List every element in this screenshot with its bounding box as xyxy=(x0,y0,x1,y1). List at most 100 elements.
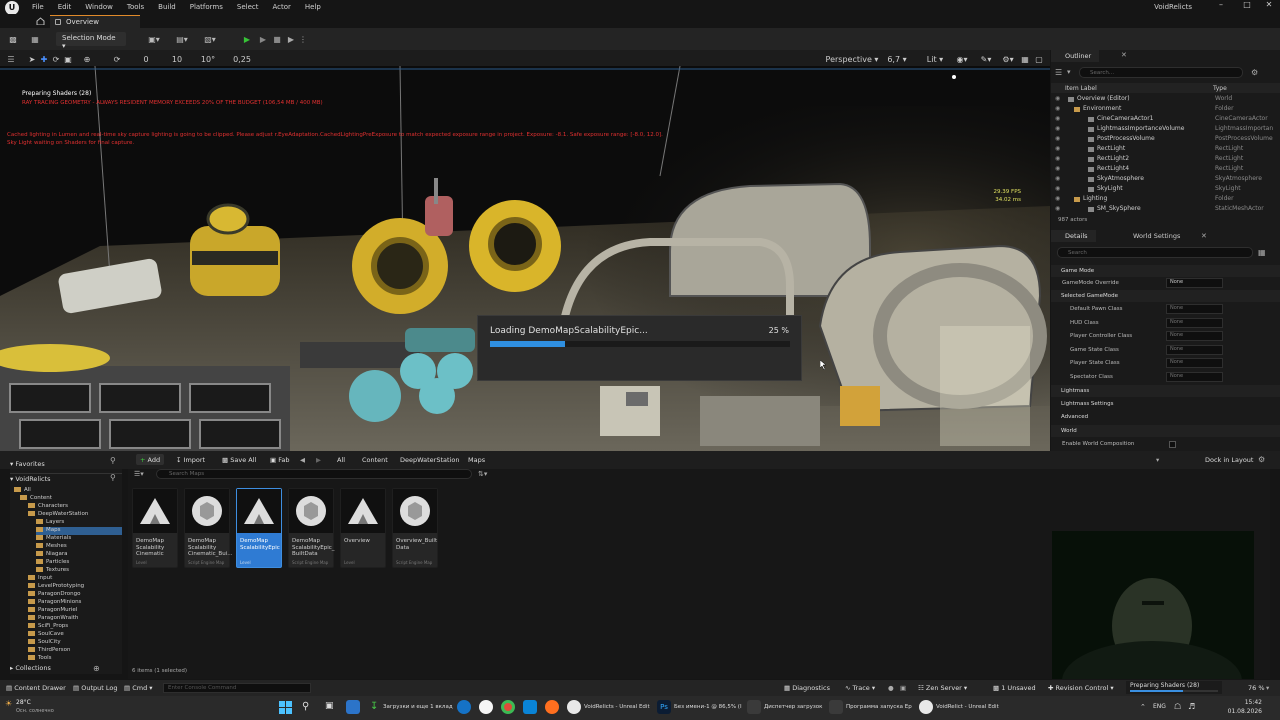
downloads-task[interactable]: Загрузки и еще 1 вклад xyxy=(383,704,453,710)
outliner-row[interactable]: ◉ RectLight2 RectLight xyxy=(1051,155,1280,165)
cmd-dropdown[interactable]: ▤ Cmd ▾ xyxy=(124,684,153,692)
content-folder-row[interactable]: ParagonWraith xyxy=(28,615,140,623)
minimize-button[interactable]: – xyxy=(1210,0,1232,12)
visibility-eye-icon[interactable]: ◉ xyxy=(1055,155,1060,162)
hud-class-dropdown[interactable]: None xyxy=(1166,318,1223,328)
photoshop-icon[interactable]: Ps xyxy=(657,700,671,714)
zen-server-button[interactable]: ☷ Zen Server ▾ xyxy=(918,684,967,692)
taskbar-search-icon[interactable]: ⚲ xyxy=(302,701,309,712)
dispatcher-icon[interactable] xyxy=(747,700,761,714)
perspective-dropdown[interactable]: Perspective ▾ xyxy=(826,52,879,66)
game-state-dropdown[interactable]: None xyxy=(1166,345,1223,355)
selection-mode-dropdown[interactable]: Selection Mode ▾ xyxy=(56,32,126,50)
section-selected-gamemode[interactable]: Selected GameMode xyxy=(1051,290,1280,302)
blueprint-icon[interactable]: ▤▾ xyxy=(174,32,190,46)
visibility-eye-icon[interactable]: ◉ xyxy=(1055,105,1060,112)
play-options-icon[interactable]: ⋮ xyxy=(299,32,307,46)
add-icon[interactable]: ▾ xyxy=(1067,68,1071,76)
cb-settings-icon[interactable]: ⚙ xyxy=(1258,455,1265,464)
menu-tools[interactable]: Tools xyxy=(120,3,151,11)
rotate-tool-icon[interactable]: ⟳ xyxy=(52,52,60,66)
crumb-deepwaterstation[interactable]: DeepWaterStation xyxy=(400,456,459,464)
translate-tool-icon[interactable]: ✚ xyxy=(40,52,48,66)
asset-demomap-scalabilityepic-builtdata[interactable]: DemoMap ScalabilityEpic_ BuiltData Scrip… xyxy=(288,488,335,568)
progress-dropdown-icon[interactable]: ▾ xyxy=(1266,684,1269,692)
tree-search-icon[interactable]: ⚲ xyxy=(110,473,116,482)
trace-snapshot-icon[interactable]: ▣ xyxy=(900,684,906,692)
outliner-row[interactable]: ◉ SM_SkySphere StaticMeshActor xyxy=(1051,205,1280,215)
asset-filter-icon[interactable]: ☰▾ xyxy=(134,470,144,478)
asset-demomap-scalability-cinematic[interactable]: DemoMap Scalability Cinematic Level xyxy=(132,488,178,568)
content-folder-row[interactable]: Tools xyxy=(28,655,140,663)
outliner-row[interactable]: ◉ Environment Folder xyxy=(1051,105,1280,115)
outliner-row[interactable]: ◉ RectLight RectLight xyxy=(1051,145,1280,155)
visibility-eye-icon[interactable]: ◉ xyxy=(1055,195,1060,202)
outliner-row[interactable]: ◉ PostProcessVolume PostProcessVolume xyxy=(1051,135,1280,145)
crumb-all[interactable]: All xyxy=(337,456,345,464)
visibility-eye-icon[interactable]: ◉ xyxy=(1055,145,1060,152)
save-icon[interactable]: ▩ xyxy=(8,32,18,46)
history-forward-icon[interactable]: ▶ xyxy=(316,456,321,464)
view-mode-dropdown[interactable]: Lit ▾ xyxy=(922,52,948,66)
edge-icon[interactable] xyxy=(457,700,471,714)
maximize-button[interactable]: □ xyxy=(1236,0,1258,12)
world-composition-checkbox[interactable] xyxy=(1169,441,1176,448)
save-all-button[interactable]: ▩ Save All xyxy=(220,454,258,465)
unreal-task[interactable]: VoidRelicts - Unreal Edit xyxy=(584,704,650,710)
chrome-icon[interactable] xyxy=(501,700,515,714)
section-game-mode[interactable]: Game Mode xyxy=(1051,265,1280,277)
visibility-eye-icon[interactable]: ◉ xyxy=(1055,165,1060,172)
outliner-settings-icon[interactable]: ⚙ xyxy=(1251,68,1258,77)
asset-overview[interactable]: Overview Level xyxy=(340,488,386,568)
camera-fov-dropdown[interactable]: 6,7 ▾ xyxy=(884,52,910,66)
close-window-button[interactable]: ✕ xyxy=(1258,0,1280,12)
path-dropdown-icon[interactable]: ▾ xyxy=(1156,456,1159,464)
content-folder-row[interactable]: Input xyxy=(28,575,140,583)
menu-actor[interactable]: Actor xyxy=(266,3,298,11)
section-lightmass-settings[interactable]: Lightmass Settings xyxy=(1051,398,1280,410)
fab-button[interactable]: ▣ Fab xyxy=(268,454,294,465)
asset-overview-builtdata[interactable]: Overview_Built Data Script Engine Map xyxy=(392,488,438,568)
visibility-eye-icon[interactable]: ◉ xyxy=(1055,175,1060,182)
col-item-label[interactable]: Item Label xyxy=(1065,85,1097,92)
crumb-content[interactable]: Content xyxy=(362,456,388,464)
visibility-eye-icon[interactable]: ◉ xyxy=(1055,205,1060,212)
crumb-maps[interactable]: Maps xyxy=(468,456,485,464)
favorites-search-icon[interactable]: ⚲ xyxy=(110,456,116,465)
unreal2-task[interactable]: VoidRelict - Unreal Edit xyxy=(936,704,999,710)
surface-snap-icon[interactable]: ⟳ xyxy=(112,52,122,66)
menu-window[interactable]: Window xyxy=(78,3,120,11)
trace-record-icon[interactable]: ● xyxy=(888,684,894,692)
viewport-menu-icon[interactable]: ☰ xyxy=(6,52,16,66)
outliner-row[interactable]: ◉ RectLight4 RectLight xyxy=(1051,165,1280,175)
eject-icon[interactable]: ▶ xyxy=(285,32,297,46)
project-header[interactable]: ▾ VoidRelicts xyxy=(10,473,122,483)
history-back-icon[interactable]: ◀ xyxy=(300,456,305,464)
scale-snap-value[interactable]: 0,25 xyxy=(233,52,251,66)
add-collection-icon[interactable]: ⊕ xyxy=(93,664,100,673)
viewport-layout-icon[interactable]: ▦ xyxy=(1020,52,1030,66)
content-folder-row[interactable]: SoulCave xyxy=(28,631,140,639)
windows-start-icon[interactable] xyxy=(279,701,292,714)
content-folder-row[interactable]: Characters xyxy=(28,503,140,511)
cinematics-icon[interactable]: ▧▾ xyxy=(202,32,218,46)
asset-demomap-scalabilityepic-selected[interactable]: DemoMap ScalabilityEpic Level xyxy=(236,488,282,568)
console-command-input[interactable]: Enter Console Command xyxy=(163,683,311,693)
add-button[interactable]: + Add xyxy=(136,454,164,465)
tray-chevron-icon[interactable]: ⌃ xyxy=(1140,703,1146,711)
col-type[interactable]: Type xyxy=(1213,85,1227,92)
content-folder-row[interactable]: Maps xyxy=(36,527,122,535)
scale-tool-icon[interactable]: ▣ xyxy=(64,52,72,66)
sort-icon[interactable]: ⇅▾ xyxy=(478,470,487,478)
realtime-icon[interactable]: ✎▾ xyxy=(978,52,994,66)
content-folder-row[interactable]: ParagonMinions xyxy=(28,599,140,607)
details-search-input[interactable]: Search xyxy=(1057,247,1253,258)
file-explorer-icon[interactable] xyxy=(346,700,360,714)
dock-in-layout-button[interactable]: Dock in Layout xyxy=(1205,456,1253,464)
content-folder-row[interactable]: All xyxy=(14,487,126,495)
content-folder-row[interactable]: SoulCity xyxy=(28,639,140,647)
photoshop-task[interactable]: Без имени-1 @ 86,5% (I xyxy=(674,704,742,710)
unreal2-task-icon[interactable] xyxy=(919,700,933,714)
filter-icon[interactable]: ☰ xyxy=(1055,68,1062,77)
content-folder-row[interactable]: SciFi_Props xyxy=(28,623,140,631)
